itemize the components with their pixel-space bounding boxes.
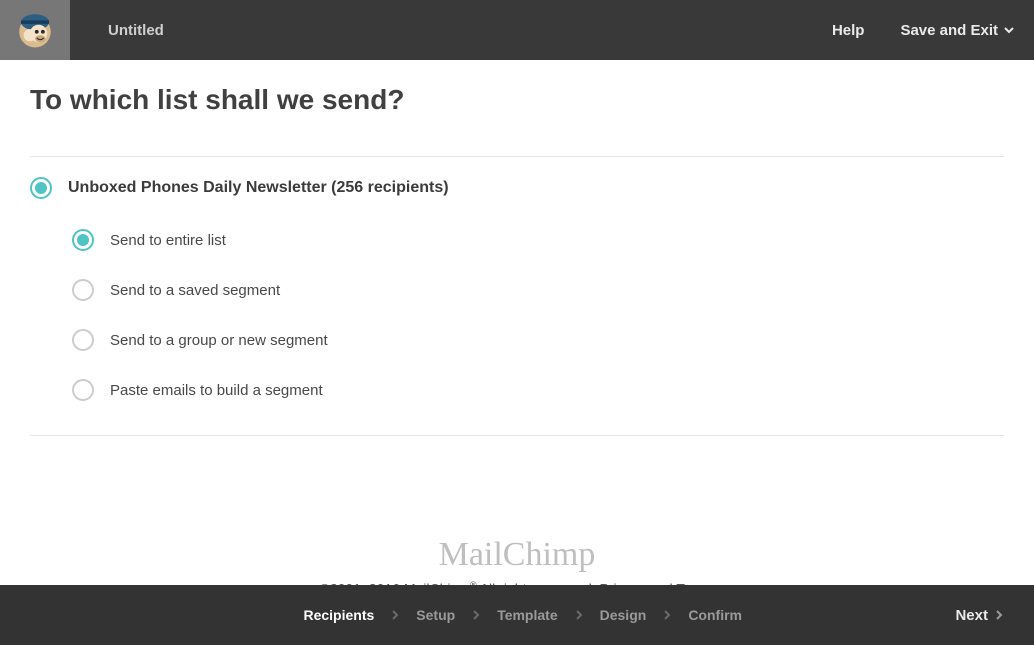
topbar-right: Help Save and Exit [832,22,1034,39]
chevron-right-icon [390,610,400,620]
option-label: Send to entire list [110,232,226,249]
chevron-down-icon [1004,25,1014,35]
privacy-link[interactable]: Privacy [600,581,646,585]
option-radio[interactable] [72,329,94,351]
divider [30,435,1004,436]
next-button[interactable]: Next [955,607,1004,624]
option-send-entire-list[interactable]: Send to entire list [72,215,1004,265]
terms-link[interactable]: Terms [676,581,714,585]
chevron-right-icon [574,610,584,620]
save-and-exit-button[interactable]: Save and Exit [900,22,1014,39]
chevron-right-icon [471,610,481,620]
top-bar: Untitled Help Save and Exit [0,0,1034,60]
option-radio[interactable] [72,379,94,401]
radio-dot-icon [77,234,89,246]
copyright-post: All rights reserved. [477,581,600,585]
main-content: To which list shall we send? Unboxed Pho… [0,60,1034,585]
content-scroll: To which list shall we send? Unboxed Pho… [0,60,1034,585]
option-saved-segment[interactable]: Send to a saved segment [72,265,1004,315]
step-confirm[interactable]: Confirm [688,607,742,623]
footer-brand: MailChimp ©2001–2016 MailChimp® All righ… [30,536,1004,585]
radio-dot-icon [35,182,47,194]
chevron-right-icon [994,610,1004,620]
option-group-new-segment[interactable]: Send to a group or new segment [72,315,1004,365]
list-selection-row[interactable]: Unboxed Phones Daily Newsletter (256 rec… [30,157,1004,215]
send-options: Send to entire list Send to a saved segm… [30,215,1004,435]
option-label: Send to a group or new segment [110,332,328,349]
brand-logo-text: MailChimp [30,536,1004,574]
option-label: Send to a saved segment [110,282,280,299]
bottom-bar: Recipients Setup Template Design Confirm… [0,585,1034,645]
list-radio[interactable] [30,177,52,199]
copyright-and: and [645,581,676,585]
mailchimp-logo-icon [14,9,56,51]
chevron-right-icon [662,610,672,620]
copyright-line: ©2001–2016 MailChimp® All rights reserve… [30,580,1004,585]
list-label: Unboxed Phones Daily Newsletter (256 rec… [68,179,449,197]
help-link[interactable]: Help [832,22,865,39]
step-setup[interactable]: Setup [416,607,455,623]
option-radio[interactable] [72,279,94,301]
registered-icon: ® [470,580,477,585]
document-title: Untitled [108,22,164,39]
option-radio[interactable] [72,229,94,251]
copyright-pre: ©2001–2016 MailChimp [320,581,470,585]
option-paste-emails[interactable]: Paste emails to build a segment [72,365,1004,415]
step-template[interactable]: Template [497,607,557,623]
logo-box[interactable] [0,0,70,60]
step-design[interactable]: Design [600,607,647,623]
step-recipients[interactable]: Recipients [303,607,374,623]
wizard-steps: Recipients Setup Template Design Confirm [303,607,742,623]
page-title: To which list shall we send? [30,84,1004,116]
option-label: Paste emails to build a segment [110,382,323,399]
